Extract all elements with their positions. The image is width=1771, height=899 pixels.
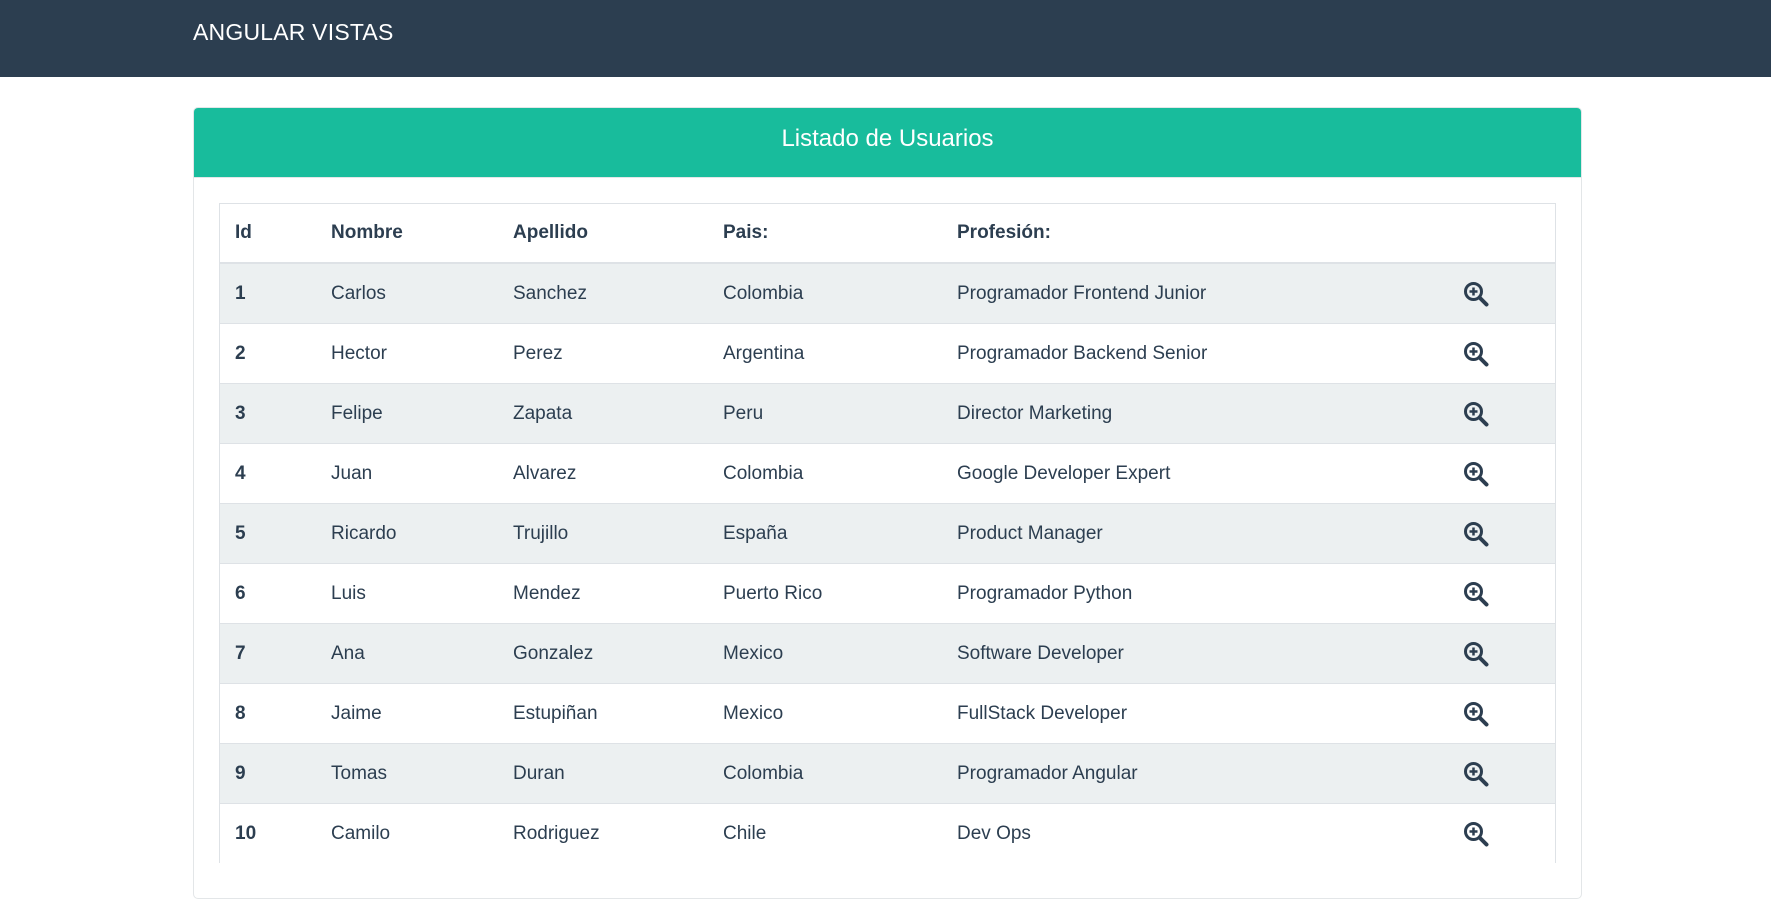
search-plus-icon[interactable]: [1463, 641, 1489, 667]
cell-nombre: Jaime: [316, 683, 498, 744]
cell-id: 3: [220, 383, 316, 444]
cell-apellido: Duran: [498, 743, 708, 804]
header-actions: [1448, 204, 1555, 264]
cell-nombre: Tomas: [316, 743, 498, 804]
cell-apellido: Sanchez: [498, 262, 708, 324]
table-row: 1 Carlos Sanchez Colombia Programador Fronte…: [220, 262, 1555, 324]
cell-apellido: Zapata: [498, 383, 708, 444]
cell-nombre: Ricardo: [316, 503, 498, 564]
cell-pais: España: [708, 503, 942, 564]
users-table-wrapper: Id Nombre Apellido Pais: Profesión: 1 Car…: [219, 203, 1556, 863]
cell-profesion: Product Manager: [942, 503, 1448, 564]
top-navbar: ANGULAR VISTAS: [0, 0, 1771, 77]
search-plus-icon[interactable]: [1463, 581, 1489, 607]
navbar-brand[interactable]: ANGULAR VISTAS: [193, 19, 393, 46]
cell-actions: [1448, 563, 1555, 624]
cell-nombre: Carlos: [316, 262, 498, 324]
table-header-row: Id Nombre Apellido Pais: Profesión:: [220, 204, 1555, 264]
header-pais: Pais:: [708, 204, 942, 264]
search-plus-icon[interactable]: [1463, 281, 1489, 307]
cell-nombre: Ana: [316, 623, 498, 684]
cell-id: 7: [220, 623, 316, 684]
table-row: 5 Ricardo Trujillo España Product Manager: [220, 503, 1555, 564]
users-table: Id Nombre Apellido Pais: Profesión: 1 Car…: [220, 204, 1555, 863]
cell-profesion: Dev Ops: [942, 803, 1448, 863]
cell-actions: [1448, 623, 1555, 684]
card-title: Listado de Usuarios: [194, 108, 1581, 178]
cell-id: 1: [220, 262, 316, 324]
cell-apellido: Mendez: [498, 563, 708, 624]
cell-id: 10: [220, 803, 316, 863]
cell-actions: [1448, 323, 1555, 384]
search-plus-icon[interactable]: [1463, 341, 1489, 367]
cell-profesion: Director Marketing: [942, 383, 1448, 444]
cell-profesion: Programador Backend Senior: [942, 323, 1448, 384]
header-apellido: Apellido: [498, 204, 708, 264]
users-card: Listado de Usuarios Id Nombre Apellido P…: [193, 107, 1582, 899]
header-id: Id: [220, 204, 316, 264]
cell-nombre: Camilo: [316, 803, 498, 863]
cell-nombre: Felipe: [316, 383, 498, 444]
search-plus-icon[interactable]: [1463, 461, 1489, 487]
cell-actions: [1448, 683, 1555, 744]
cell-actions: [1448, 743, 1555, 804]
cell-nombre: Juan: [316, 443, 498, 504]
cell-actions: [1448, 383, 1555, 444]
search-plus-icon[interactable]: [1463, 761, 1489, 787]
cell-profesion: Programador Python: [942, 563, 1448, 624]
cell-pais: Chile: [708, 803, 942, 863]
cell-id: 2: [220, 323, 316, 384]
cell-profesion: Programador Frontend Junior: [942, 262, 1448, 324]
cell-actions: [1448, 443, 1555, 504]
table-row: 8 Jaime Estupiñan Mexico FullStack Developer: [220, 683, 1555, 744]
cell-pais: Colombia: [708, 443, 942, 504]
cell-profesion: FullStack Developer: [942, 683, 1448, 744]
cell-apellido: Trujillo: [498, 503, 708, 564]
table-row: 9 Tomas Duran Colombia Programador Angular: [220, 743, 1555, 804]
cell-actions: [1448, 262, 1555, 324]
cell-actions: [1448, 503, 1555, 564]
cell-pais: Puerto Rico: [708, 563, 942, 624]
table-row: 6 Luis Mendez Puerto Rico Programador Python: [220, 563, 1555, 624]
cell-profesion: Software Developer: [942, 623, 1448, 684]
table-row: 3 Felipe Zapata Peru Director Marketing: [220, 383, 1555, 444]
cell-profesion: Programador Angular: [942, 743, 1448, 804]
cell-profesion: Google Developer Expert: [942, 443, 1448, 504]
cell-apellido: Gonzalez: [498, 623, 708, 684]
search-plus-icon[interactable]: [1463, 401, 1489, 427]
table-row: 7 Ana Gonzalez Mexico Software Developer: [220, 623, 1555, 684]
search-plus-icon[interactable]: [1463, 701, 1489, 727]
cell-pais: Colombia: [708, 262, 942, 324]
search-plus-icon[interactable]: [1463, 821, 1489, 847]
cell-apellido: Perez: [498, 323, 708, 384]
cell-id: 5: [220, 503, 316, 564]
search-plus-icon[interactable]: [1463, 521, 1489, 547]
cell-apellido: Alvarez: [498, 443, 708, 504]
table-row: 10 Camilo Rodriguez Chile Dev Ops: [220, 803, 1555, 863]
table-row: 4 Juan Alvarez Colombia Google Developer Exp…: [220, 443, 1555, 504]
cell-nombre: Luis: [316, 563, 498, 624]
cell-pais: Argentina: [708, 323, 942, 384]
cell-id: 9: [220, 743, 316, 804]
cell-id: 4: [220, 443, 316, 504]
cell-id: 8: [220, 683, 316, 744]
cell-pais: Colombia: [708, 743, 942, 804]
header-nombre: Nombre: [316, 204, 498, 264]
table-row: 2 Hector Perez Argentina Programador Backend…: [220, 323, 1555, 384]
cell-pais: Peru: [708, 383, 942, 444]
cell-pais: Mexico: [708, 683, 942, 744]
cell-pais: Mexico: [708, 623, 942, 684]
cell-nombre: Hector: [316, 323, 498, 384]
cell-id: 6: [220, 563, 316, 624]
cell-apellido: Rodriguez: [498, 803, 708, 863]
cell-apellido: Estupiñan: [498, 683, 708, 744]
header-profesion: Profesión:: [942, 204, 1448, 264]
cell-actions: [1448, 803, 1555, 863]
